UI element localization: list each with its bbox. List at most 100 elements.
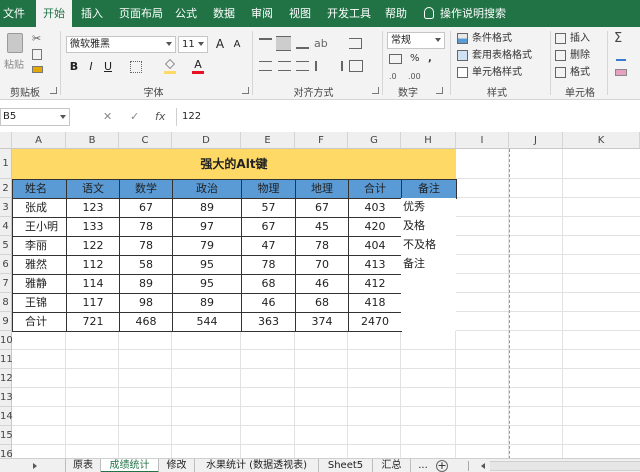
value-cell[interactable]: 544 (172, 312, 242, 332)
font-launcher[interactable] (242, 87, 249, 94)
value-cell[interactable]: 67 (119, 198, 173, 218)
name-cell[interactable]: 王小明 (12, 217, 67, 237)
value-cell[interactable]: 112 (66, 255, 120, 275)
value-cell[interactable]: 363 (241, 312, 296, 332)
row-header-5[interactable]: 5 (0, 236, 12, 255)
value-cell[interactable]: 79 (172, 236, 242, 256)
value-cell[interactable]: 57 (241, 198, 296, 218)
name-cell[interactable]: 李丽 (12, 236, 67, 256)
scroll-left-icon[interactable] (481, 463, 485, 469)
row-header-3[interactable]: 3 (0, 198, 12, 217)
value-cell[interactable]: 97 (172, 217, 242, 237)
horizontal-scrollbar[interactable] (490, 461, 640, 471)
merge-center-icon[interactable] (349, 60, 363, 72)
delete-cells-button[interactable]: 删除 (555, 48, 603, 64)
table-header-cell[interactable]: 姓名 (12, 179, 67, 199)
name-cell[interactable]: 雅然 (12, 255, 67, 275)
sheet-tab[interactable]: 原表 (65, 459, 101, 472)
cancel-icon[interactable]: ✕ (103, 110, 112, 123)
value-cell[interactable]: 46 (295, 274, 349, 294)
value-cell[interactable]: 78 (119, 217, 173, 237)
row-header-11[interactable]: 11 (0, 350, 13, 369)
value-cell[interactable]: 412 (348, 274, 402, 294)
value-cell[interactable]: 68 (295, 293, 349, 313)
clipboard-launcher[interactable] (50, 87, 57, 94)
orientation-icon[interactable]: ab (314, 37, 328, 50)
fill-down-icon[interactable] (616, 51, 626, 61)
insert-function-icon[interactable]: fx (155, 110, 165, 123)
name-cell[interactable]: 合计 (12, 312, 67, 332)
row-header-4[interactable]: 4 (0, 217, 12, 236)
underline-button[interactable]: U (101, 60, 115, 74)
table-header-cell[interactable]: 语文 (66, 179, 120, 199)
number-launcher[interactable] (436, 87, 443, 94)
font-size-select[interactable]: 11 (178, 36, 208, 53)
column-header-k[interactable]: K (563, 132, 640, 149)
value-cell[interactable]: 70 (295, 255, 349, 275)
value-cell[interactable]: 67 (295, 198, 349, 218)
tab-developer[interactable]: 开发工具 (324, 0, 374, 27)
format-cells-button[interactable]: 格式 (555, 65, 603, 81)
value-cell[interactable]: 89 (172, 293, 242, 313)
value-cell[interactable]: 98 (119, 293, 173, 313)
value-cell[interactable]: 420 (348, 217, 402, 237)
italic-button[interactable]: I (84, 60, 98, 74)
column-header-a[interactable]: A (12, 132, 66, 149)
value-cell[interactable]: 47 (241, 236, 296, 256)
decrease-decimal-icon[interactable]: .00 (408, 72, 421, 81)
table-header-cell[interactable]: 数学 (119, 179, 173, 199)
select-all-corner[interactable] (0, 132, 12, 149)
tab-file[interactable]: 文件 (0, 0, 28, 27)
value-cell[interactable]: 122 (66, 236, 120, 256)
paste-button[interactable]: 粘贴 (3, 31, 29, 77)
tab-formulas[interactable]: 公式 (172, 0, 200, 27)
name-cell[interactable]: 张成 (12, 198, 67, 218)
value-cell[interactable]: 58 (119, 255, 173, 275)
value-cell[interactable]: 114 (66, 274, 120, 294)
format-painter-icon[interactable] (32, 66, 43, 73)
wrap-text-icon[interactable] (349, 38, 362, 49)
insert-cells-button[interactable]: 插入 (555, 31, 603, 47)
value-cell[interactable]: 403 (348, 198, 402, 218)
borders-icon[interactable] (130, 61, 142, 73)
column-header-b[interactable]: B (66, 132, 119, 149)
row-header-1[interactable]: 1 (0, 149, 12, 179)
number-format-select[interactable]: 常规 (387, 32, 445, 49)
value-cell[interactable]: 721 (66, 312, 120, 332)
align-bottom-icon[interactable] (296, 38, 309, 49)
column-header-g[interactable]: G (348, 132, 401, 149)
sheet-tab[interactable]: 汇总 (373, 459, 411, 472)
autosum-icon[interactable]: Σ (614, 31, 622, 46)
tab-data[interactable]: 数据 (210, 0, 238, 27)
tab-page-layout[interactable]: 页面布局 (116, 0, 166, 27)
worksheet-grid[interactable]: A B C D E F G H I J K 1 2 3 4 5 6 7 8 9 10 11 12 13 14 15 16 强大的Alt… (0, 132, 640, 458)
value-cell[interactable]: 413 (348, 255, 402, 275)
alignment-launcher[interactable] (372, 87, 379, 94)
more-tabs-button[interactable]: ... (414, 459, 432, 472)
value-cell[interactable]: 468 (119, 312, 173, 332)
name-cell[interactable]: 雅静 (12, 274, 67, 294)
tab-help[interactable]: 帮助 (382, 0, 410, 27)
bold-button[interactable]: B (67, 60, 81, 74)
row-header-13[interactable]: 13 (0, 388, 13, 407)
value-cell[interactable]: 78 (295, 236, 349, 256)
sheet-tab[interactable]: Sheet5 (319, 459, 373, 472)
value-cell[interactable]: 89 (172, 198, 242, 218)
tell-me-search[interactable]: 操作说明搜索 (424, 0, 506, 27)
increase-font-button[interactable]: A (213, 37, 227, 51)
column-header-f[interactable]: F (295, 132, 348, 149)
value-cell[interactable]: 46 (241, 293, 296, 313)
row-header-10[interactable]: 10 (0, 331, 13, 350)
tab-view[interactable]: 视图 (286, 0, 314, 27)
note-cell[interactable] (401, 312, 456, 331)
align-left-icon[interactable] (259, 61, 272, 71)
formula-input[interactable]: 122 (182, 108, 201, 126)
tab-review[interactable]: 审阅 (248, 0, 276, 27)
value-cell[interactable]: 418 (348, 293, 402, 313)
align-right-icon[interactable] (296, 61, 309, 71)
note-cell[interactable] (401, 274, 456, 293)
comma-button[interactable]: , (428, 52, 432, 66)
table-header-cell[interactable]: 物理 (241, 179, 296, 199)
sheet-tab[interactable]: 水果统计 (数据透视表) (195, 459, 319, 472)
decrease-font-button[interactable]: A (230, 38, 244, 52)
